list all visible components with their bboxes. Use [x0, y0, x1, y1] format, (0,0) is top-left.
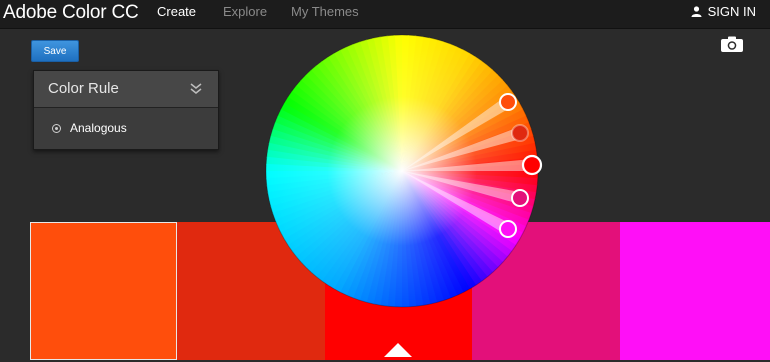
color-handle[interactable] — [521, 154, 543, 176]
nav-explore[interactable]: Explore — [223, 4, 267, 19]
color-handle[interactable] — [511, 189, 529, 207]
app-title: Adobe Color CC — [3, 2, 139, 23]
color-rule-option-label: Analogous — [70, 121, 127, 135]
sign-in-label: SIGN IN — [707, 4, 756, 19]
top-nav-bar: Adobe Color CC Create Explore My Themes … — [0, 0, 770, 29]
triangle-up-icon — [384, 343, 412, 357]
double-chevron-down-icon[interactable] — [190, 83, 202, 94]
color-rule-option-analogous[interactable]: Analogous — [52, 121, 127, 135]
nav-my-themes[interactable]: My Themes — [291, 4, 359, 19]
radio-icon[interactable] — [52, 123, 61, 133]
nav-create[interactable]: Create — [157, 4, 196, 19]
color-handle[interactable] — [499, 220, 517, 238]
color-wheel[interactable] — [264, 33, 543, 309]
color-handle[interactable] — [511, 124, 529, 142]
camera-icon[interactable] — [721, 36, 743, 52]
user-icon — [691, 6, 702, 17]
color-rule-title: Color Rule — [48, 80, 119, 97]
color-rule-header[interactable]: Color Rule — [34, 71, 218, 108]
color-swatch[interactable] — [30, 222, 177, 360]
color-swatch[interactable] — [620, 222, 770, 360]
color-handle[interactable] — [499, 93, 517, 111]
color-rule-panel: Color Rule Analogous — [33, 70, 219, 150]
sign-in-link[interactable]: SIGN IN — [691, 4, 756, 19]
save-button[interactable]: Save — [31, 40, 79, 62]
